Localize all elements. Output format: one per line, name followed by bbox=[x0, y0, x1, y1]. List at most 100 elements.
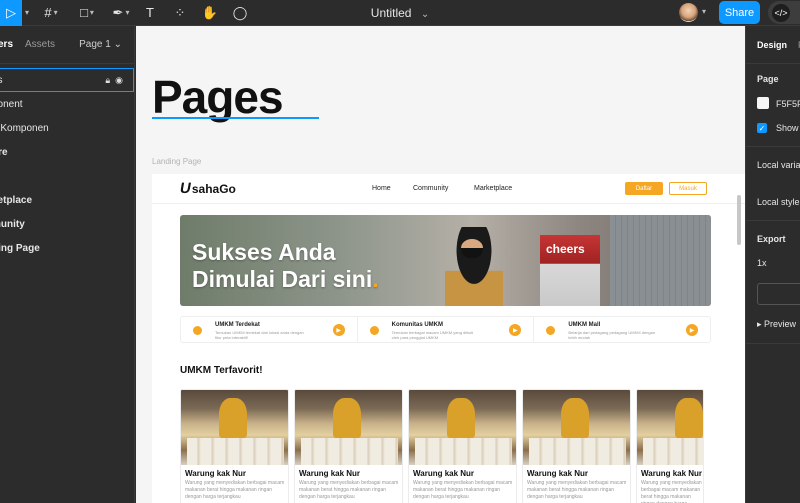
site-navbar: UsahaGo Home Community Marketplace Dafta… bbox=[152, 174, 745, 204]
hand-icon: ✋ bbox=[201, 4, 219, 20]
tab-assets[interactable]: Assets bbox=[25, 39, 55, 50]
store-card[interactable]: Warung kak Nur Warung yang menyediakan b… bbox=[636, 389, 704, 503]
store-card-image bbox=[637, 390, 703, 465]
canvas-scrollbar[interactable] bbox=[737, 195, 741, 245]
move-tool[interactable]: ▷ bbox=[0, 0, 22, 26]
feature-strip: UMKM Terdekat Temukan UMKM terdekat dari… bbox=[180, 316, 711, 343]
chevron-down-icon[interactable]: ▾ bbox=[702, 7, 706, 16]
page-item-label: es bbox=[0, 74, 3, 86]
nav-community[interactable]: Community bbox=[413, 185, 448, 192]
hand-tool[interactable]: ✋ bbox=[200, 0, 220, 26]
feature-umkm-mall[interactable]: UMKM Mall Belanja dari pedagang pedagang… bbox=[534, 317, 710, 342]
page-item-komponen[interactable]: ponent bbox=[0, 92, 134, 116]
export-scale[interactable]: 1x bbox=[757, 258, 767, 268]
text-tool[interactable]: T bbox=[140, 0, 160, 26]
page-item-label: o Komponen bbox=[0, 122, 49, 134]
hero-line-2: Dimulai Dari sini. bbox=[192, 266, 379, 293]
tab-layers[interactable]: ers bbox=[0, 39, 13, 50]
hero-headline: Sukses Anda Dimulai Dari sini. bbox=[192, 239, 379, 293]
share-button[interactable]: Share bbox=[719, 1, 760, 24]
store-card-image bbox=[295, 390, 402, 465]
dev-mode-toggle[interactable]: </> bbox=[768, 1, 800, 24]
design-canvas[interactable]: Pages Landing Page UsahaGo Home Communit… bbox=[136, 26, 745, 503]
store-card-desc: Warung yang menyediakan berbagai macam m… bbox=[185, 480, 285, 500]
chevron-down-icon[interactable]: ⌄ bbox=[421, 9, 429, 20]
page-item-landing-page[interactable]: ding Page bbox=[0, 236, 134, 260]
code-icon: </> bbox=[772, 3, 790, 22]
section-title: UMKM Terfavorit! bbox=[180, 365, 263, 376]
store-card-image bbox=[523, 390, 630, 465]
move-icon: ▷ bbox=[6, 4, 16, 20]
layers-panel: ers Assets Page 1 ⌄ es 🔒︎ ◉ ponent o Kom… bbox=[0, 26, 135, 503]
chevron-down-icon: ▾ bbox=[125, 8, 130, 17]
page-item-community[interactable]: munity bbox=[0, 212, 134, 236]
divider bbox=[746, 220, 800, 221]
store-card[interactable]: Warung kak Nur Warung yang menyediakan b… bbox=[522, 389, 631, 503]
nav-home[interactable]: Home bbox=[372, 185, 391, 192]
nav-marketplace[interactable]: Marketplace bbox=[474, 185, 512, 192]
background-color-value[interactable]: F5F5F5 bbox=[776, 99, 800, 109]
avatar[interactable] bbox=[679, 3, 698, 22]
export-heading: Export bbox=[757, 234, 786, 244]
store-card[interactable]: Warung kak Nur Warung yang menyediakan b… bbox=[408, 389, 517, 503]
frame-label[interactable]: Landing Page bbox=[152, 157, 201, 166]
store-card[interactable]: Warung kak Nur Warung yang menyediakan b… bbox=[180, 389, 289, 503]
local-styles-button[interactable]: Local style bbox=[757, 197, 800, 207]
daftar-button[interactable]: Daftar bbox=[625, 182, 663, 195]
play-icon[interactable]: ▶ bbox=[509, 324, 522, 336]
site-logo: UsahaGo bbox=[178, 180, 236, 197]
resources-tool[interactable]: ⁘ bbox=[170, 0, 190, 26]
frame-tool[interactable]: # ▾ bbox=[38, 0, 64, 26]
page-selector[interactable]: Page 1 ⌄ bbox=[79, 39, 122, 50]
feature-desc: Temukan berbagai macam UMKM yang diikuti… bbox=[391, 330, 474, 340]
canvas-heading[interactable]: Pages bbox=[152, 70, 284, 124]
play-icon[interactable]: ▶ bbox=[686, 324, 699, 336]
comment-tool[interactable]: ◯ bbox=[230, 0, 250, 26]
store-card-desc: Warung yang menyediakan berbagai macam m… bbox=[527, 480, 627, 500]
store-card-desc: Warung yang menyediakan berbagai macam m… bbox=[413, 480, 513, 500]
tab-design[interactable]: Design bbox=[757, 40, 787, 50]
lock-icon[interactable]: 🔒︎ bbox=[105, 75, 110, 86]
eye-icon[interactable]: ◉ bbox=[115, 75, 123, 86]
masuk-button[interactable]: Masuk bbox=[669, 182, 707, 195]
feature-title: Komunitas UMKM bbox=[391, 322, 444, 328]
store-card-desc: Warung yang menyediakan berbagai macam m… bbox=[641, 480, 702, 503]
store-card-name: Warung kak Nur bbox=[641, 469, 703, 478]
hero-shop-sign: cheers bbox=[546, 242, 585, 256]
landing-page-frame[interactable]: UsahaGo Home Community Marketplace Dafta… bbox=[152, 174, 745, 503]
cart-icon bbox=[546, 326, 556, 335]
background-swatch[interactable] bbox=[757, 97, 769, 109]
pen-tool[interactable]: ✒ ▾ bbox=[108, 0, 134, 26]
feature-umkm-terdekat[interactable]: UMKM Terdekat Temukan UMKM terdekat dari… bbox=[181, 317, 358, 342]
feature-desc: Belanja dari pedagang pedagang UMKM deng… bbox=[568, 330, 656, 340]
play-icon[interactable]: ▶ bbox=[332, 324, 345, 336]
shape-tool[interactable]: □ ▾ bbox=[74, 0, 100, 26]
text-icon: T bbox=[146, 5, 154, 20]
page-item-info-komponen[interactable]: o Komponen bbox=[0, 116, 134, 140]
page-item-store[interactable]: ore bbox=[0, 140, 134, 164]
shape-icon: □ bbox=[80, 5, 88, 20]
logo-mark: U bbox=[178, 180, 193, 197]
feature-komunitas-umkm[interactable]: Komunitas UMKM Temukan berbagai macam UM… bbox=[358, 317, 535, 342]
export-format-field[interactable] bbox=[757, 283, 800, 305]
document-title[interactable]: Untitled bbox=[371, 6, 412, 20]
store-card[interactable]: Warung kak Nur Warung yang menyediakan b… bbox=[294, 389, 403, 503]
store-cards: Warung kak Nur Warung yang menyediakan b… bbox=[180, 389, 704, 503]
pen-icon: ✒ bbox=[112, 4, 124, 20]
hero-dot: . bbox=[372, 266, 379, 292]
page-item-label: ding Page bbox=[0, 242, 40, 254]
preview-toggle[interactable]: ▸ Preview bbox=[757, 319, 796, 330]
page-item-marketplace[interactable]: ketplace bbox=[0, 188, 134, 212]
hero-wall bbox=[610, 215, 711, 306]
hero-line-1: Sukses Anda bbox=[192, 239, 336, 265]
feature-title: UMKM Terdekat bbox=[215, 322, 260, 328]
local-variables-button[interactable]: Local varia bbox=[757, 160, 800, 170]
store-card-name: Warung kak Nur bbox=[299, 469, 361, 478]
store-card-image bbox=[181, 390, 288, 465]
page-item-pages[interactable]: es 🔒︎ ◉ bbox=[0, 68, 134, 92]
store-card-desc: Warung yang menyediakan berbagai macam m… bbox=[299, 480, 399, 500]
page-section-heading: Page bbox=[757, 74, 779, 84]
move-tool-dropdown[interactable]: ▾ bbox=[22, 0, 30, 26]
checkbox-icon[interactable]: ✓ bbox=[757, 123, 767, 133]
page-item-detail[interactable]: il bbox=[0, 164, 134, 188]
